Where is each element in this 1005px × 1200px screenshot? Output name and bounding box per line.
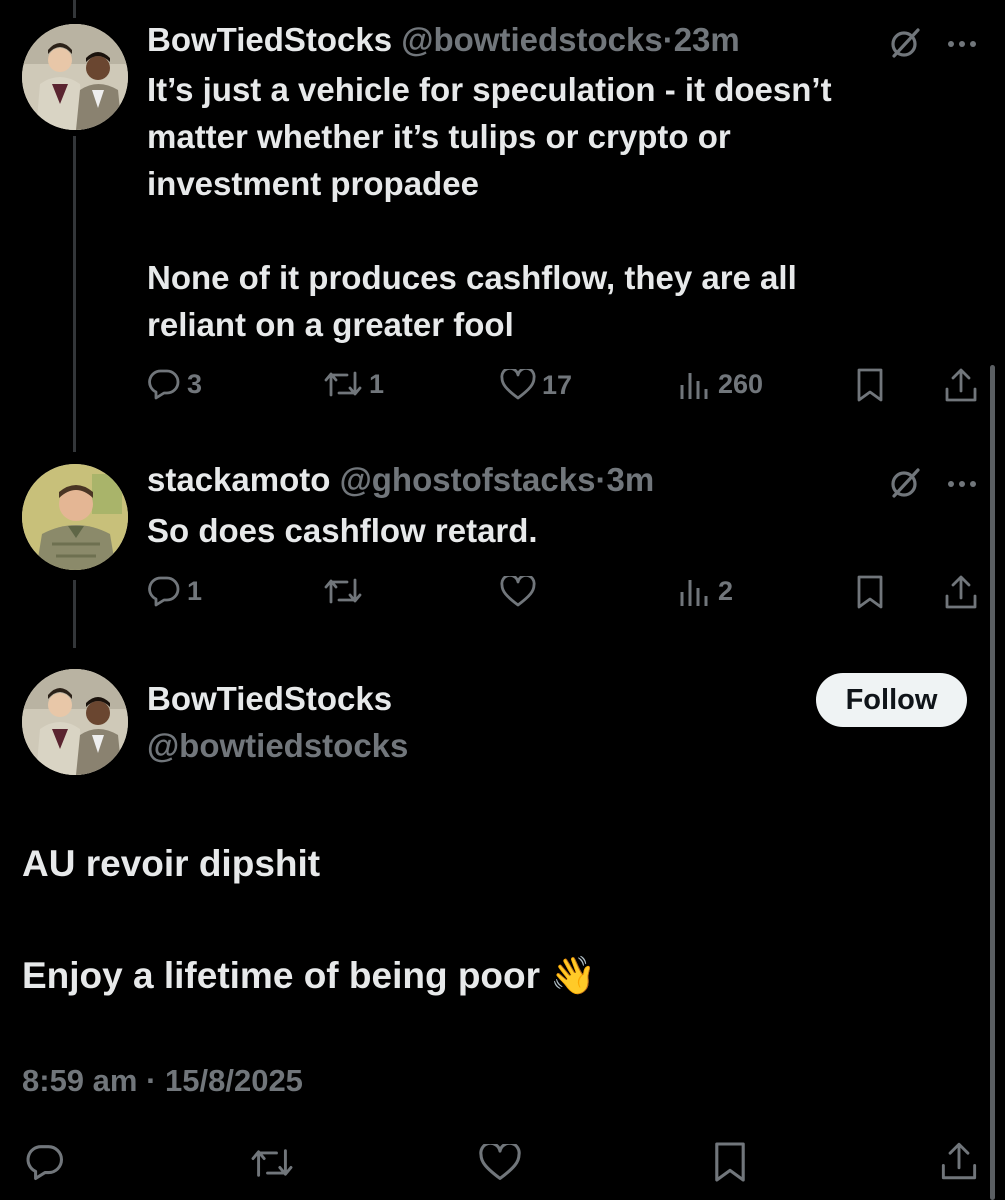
bookmark-icon	[857, 575, 883, 609]
share-icon	[945, 575, 977, 609]
views-button[interactable]: 2	[678, 574, 733, 608]
like-button[interactable]: 17	[500, 369, 572, 401]
like-count: 17	[542, 369, 573, 400]
timestamp[interactable]: 8:59 am · 15/8/2025	[22, 1063, 303, 1099]
repost-icon	[251, 1149, 293, 1177]
reply-button[interactable]	[24, 1142, 66, 1182]
reply-count: 3	[187, 368, 203, 399]
repost-button[interactable]	[248, 1144, 296, 1182]
share-button[interactable]	[944, 367, 978, 403]
reply-icon	[148, 576, 180, 607]
scrollbar[interactable]	[990, 365, 995, 1200]
reply-count: 1	[187, 575, 203, 606]
thread-line-2	[73, 580, 76, 648]
like-icon	[500, 369, 536, 400]
share-button[interactable]	[944, 574, 978, 610]
thread-line-top	[73, 0, 76, 18]
like-button[interactable]	[478, 1144, 522, 1182]
repost-button[interactable]	[323, 574, 363, 608]
waving-hand-emoji: 👋	[550, 955, 597, 996]
handle[interactable]: @bowtiedstocks	[147, 727, 408, 765]
views-icon	[680, 373, 708, 399]
grok-icon[interactable]	[888, 466, 922, 505]
like-icon	[500, 576, 536, 607]
tweet1-header: BowTiedStocks @bowtiedstocks·23m	[147, 20, 740, 60]
bookmark-icon	[715, 1142, 745, 1182]
separator: ·	[662, 21, 674, 58]
display-name[interactable]: BowTiedStocks	[147, 680, 392, 718]
display-name[interactable]: stackamoto	[147, 461, 330, 498]
more-icon[interactable]	[946, 476, 980, 494]
reply-icon	[26, 1145, 63, 1180]
like-button[interactable]	[500, 576, 536, 608]
handle[interactable]: @bowtiedstocks	[401, 21, 662, 58]
thread-line-1	[73, 136, 76, 452]
tweet-text-line-1: AU revoir dipshit	[22, 843, 321, 884]
bookmark-button[interactable]	[855, 367, 885, 403]
repost-button[interactable]: 1	[323, 367, 384, 401]
repost-icon	[324, 578, 362, 604]
share-button[interactable]	[940, 1140, 978, 1182]
avatar[interactable]	[22, 464, 128, 570]
time[interactable]: 23m	[674, 21, 740, 58]
avatar[interactable]	[22, 24, 128, 130]
views-button[interactable]: 260	[678, 367, 763, 401]
bookmark-icon	[857, 368, 883, 402]
more-icon[interactable]	[946, 36, 980, 54]
tweet-text-line-2: Enjoy a lifetime of being poor 👋	[22, 954, 972, 998]
follow-button[interactable]: Follow	[816, 673, 967, 727]
tweet-text: Enjoy a lifetime of being poor	[22, 955, 541, 996]
share-icon	[945, 368, 977, 402]
repost-count: 1	[369, 368, 385, 399]
tweet2-header: stackamoto @ghostofstacks·3m	[147, 460, 654, 500]
repost-icon	[324, 371, 362, 397]
reply-button[interactable]: 1	[147, 574, 202, 608]
reply-button[interactable]: 3	[147, 367, 202, 401]
views-count: 2	[718, 575, 734, 606]
bookmark-button[interactable]	[712, 1140, 748, 1184]
handle[interactable]: @ghostofstacks	[340, 461, 596, 498]
grok-icon[interactable]	[888, 26, 922, 65]
tweet-text: It’s just a vehicle for speculation - it…	[147, 71, 832, 343]
views-icon	[680, 580, 708, 606]
separator: ·	[595, 461, 607, 498]
avatar[interactable]	[22, 669, 128, 775]
like-icon	[479, 1144, 521, 1180]
bookmark-button[interactable]	[855, 574, 885, 610]
share-icon	[941, 1142, 977, 1180]
time[interactable]: 3m	[606, 461, 654, 498]
display-name[interactable]: BowTiedStocks	[147, 21, 392, 58]
views-count: 260	[718, 368, 764, 399]
tweet-text: So does cashflow retard.	[147, 512, 538, 549]
reply-icon	[148, 369, 180, 400]
